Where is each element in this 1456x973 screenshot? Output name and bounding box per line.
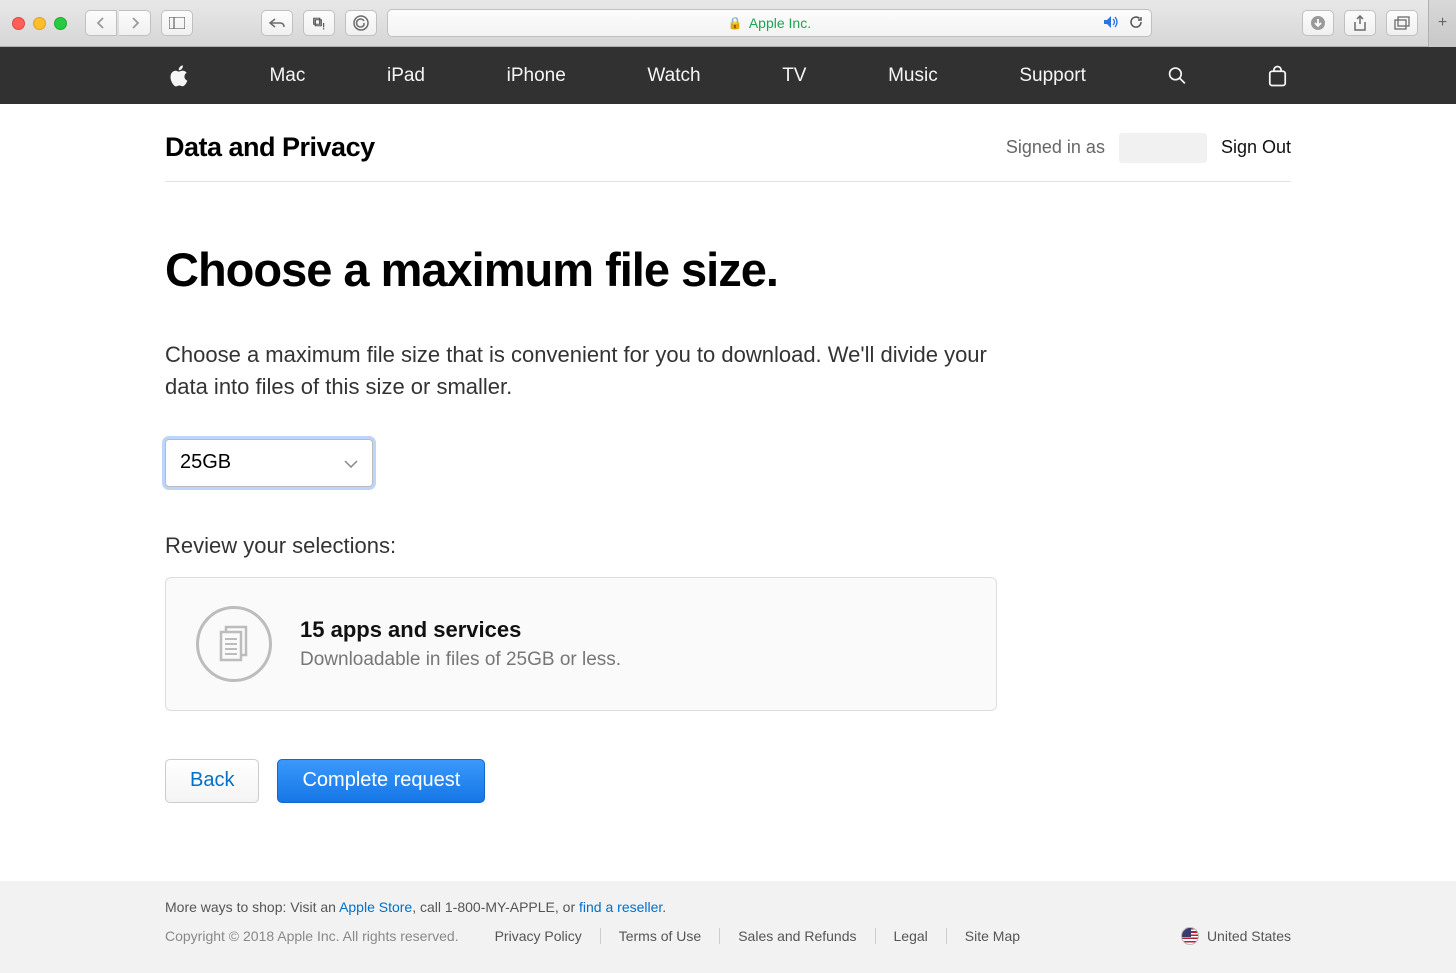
back-button[interactable]: Back — [165, 759, 259, 803]
address-bar[interactable]: 🔒 Apple Inc. — [387, 9, 1152, 37]
one-password-button[interactable]: ⧉! — [303, 10, 335, 36]
legal-link[interactable]: Legal — [894, 928, 928, 944]
tabs-icon — [1394, 16, 1410, 30]
separator — [875, 928, 876, 944]
sign-out-link[interactable]: Sign Out — [1221, 137, 1291, 158]
speaker-icon[interactable] — [1103, 15, 1119, 32]
nav-mac[interactable]: Mac — [269, 65, 305, 87]
separator — [600, 928, 601, 944]
selection-subtitle: Downloadable in files of 25GB or less. — [300, 649, 621, 671]
sub-header: Data and Privacy Signed in as Sign Out — [165, 104, 1291, 182]
chevron-down-icon — [344, 451, 358, 474]
separator — [719, 928, 720, 944]
grammarly-icon — [353, 15, 369, 31]
lock-icon: 🔒 — [728, 16, 743, 30]
apple-store-link[interactable]: Apple Store — [339, 899, 412, 915]
footer-shop-line: More ways to shop: Visit an Apple Store,… — [165, 899, 1291, 915]
file-size-select[interactable]: 25GB — [165, 439, 373, 487]
copyright-text: Copyright © 2018 Apple Inc. All rights r… — [165, 928, 459, 944]
complete-request-button[interactable]: Complete request — [277, 759, 485, 803]
footer-text: More ways to shop: Visit an — [165, 899, 339, 915]
footer-text: , call 1-800-MY-APPLE, or — [412, 899, 579, 915]
sidebar-toggle-button[interactable] — [161, 10, 193, 36]
address-label: Apple Inc. — [749, 15, 811, 31]
signed-in-label: Signed in as — [1006, 137, 1105, 158]
bag-button[interactable] — [1268, 65, 1287, 87]
forward-nav-button[interactable] — [119, 10, 151, 36]
reload-icon[interactable] — [1129, 15, 1143, 32]
apple-logo[interactable] — [169, 65, 188, 87]
nav-support[interactable]: Support — [1019, 65, 1086, 87]
sidebar-icon — [169, 17, 185, 29]
signed-in-user — [1119, 133, 1207, 163]
new-tab-button[interactable]: + — [1428, 0, 1456, 47]
downloads-button[interactable] — [1302, 10, 1334, 36]
privacy-policy-link[interactable]: Privacy Policy — [495, 928, 582, 944]
main-heading: Choose a maximum file size. — [165, 242, 1065, 297]
find-reseller-link[interactable]: find a reseller — [579, 899, 662, 915]
review-label: Review your selections: — [165, 533, 1065, 559]
page-title: Data and Privacy — [165, 132, 375, 163]
region-selector[interactable]: United States — [1181, 927, 1291, 945]
us-flag-icon — [1181, 927, 1199, 945]
back-nav-button[interactable] — [85, 10, 117, 36]
selection-title: 15 apps and services — [300, 617, 621, 643]
region-label: United States — [1207, 928, 1291, 944]
chevron-right-icon — [130, 17, 140, 29]
one-password-icon: ⧉! — [313, 14, 325, 32]
footer: More ways to shop: Visit an Apple Store,… — [0, 881, 1456, 973]
browser-toolbar: ⧉! 🔒 Apple Inc. + — [0, 0, 1456, 47]
grammarly-button[interactable] — [345, 10, 377, 36]
main-description: Choose a maximum file size that is conve… — [165, 339, 1015, 403]
terms-link[interactable]: Terms of Use — [619, 928, 701, 944]
window-controls — [12, 17, 67, 30]
nav-buttons — [85, 10, 151, 36]
site-map-link[interactable]: Site Map — [965, 928, 1020, 944]
footer-text: . — [662, 899, 666, 915]
share-icon — [1353, 15, 1367, 31]
nav-iphone[interactable]: iPhone — [507, 65, 566, 87]
share-button[interactable] — [1344, 10, 1376, 36]
tabs-button[interactable] — [1386, 10, 1418, 36]
apple-global-nav: Mac iPad iPhone Watch TV Music Support — [0, 47, 1456, 104]
documents-icon — [196, 606, 272, 682]
nav-ipad[interactable]: iPad — [387, 65, 425, 87]
search-button[interactable] — [1168, 65, 1187, 87]
reply-button[interactable] — [261, 10, 293, 36]
close-window-button[interactable] — [12, 17, 25, 30]
separator — [946, 928, 947, 944]
download-icon — [1310, 15, 1326, 31]
maximize-window-button[interactable] — [54, 17, 67, 30]
sales-refunds-link[interactable]: Sales and Refunds — [738, 928, 856, 944]
plus-icon: + — [1438, 14, 1447, 32]
reply-icon — [269, 17, 285, 29]
main-content: Choose a maximum file size. Choose a max… — [165, 182, 1065, 803]
nav-tv[interactable]: TV — [782, 65, 806, 87]
minimize-window-button[interactable] — [33, 17, 46, 30]
file-size-value: 25GB — [180, 451, 231, 474]
nav-music[interactable]: Music — [888, 65, 938, 87]
nav-watch[interactable]: Watch — [647, 65, 700, 87]
selection-card: 15 apps and services Downloadable in fil… — [165, 577, 997, 711]
chevron-left-icon — [96, 17, 106, 29]
